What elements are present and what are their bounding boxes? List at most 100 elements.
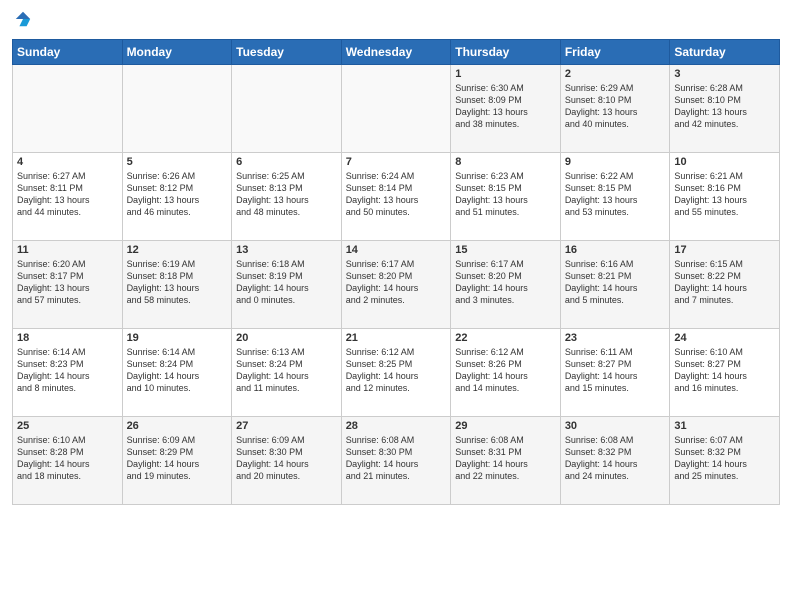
day-number: 10 — [674, 156, 775, 168]
cell-content: Sunrise: 6:09 AM Sunset: 8:29 PM Dayligh… — [127, 434, 228, 483]
calendar-cell: 16Sunrise: 6:16 AM Sunset: 8:21 PM Dayli… — [560, 241, 670, 329]
day-number: 12 — [127, 244, 228, 256]
cell-content: Sunrise: 6:17 AM Sunset: 8:20 PM Dayligh… — [346, 258, 447, 307]
page-header — [12, 10, 780, 33]
day-number: 9 — [565, 156, 666, 168]
day-number: 21 — [346, 332, 447, 344]
logo — [12, 10, 32, 33]
calendar-cell: 18 Sunrise: 6:14 AM Sunset: 8:23 PM Dayli… — [13, 329, 123, 417]
day-number: 5 — [127, 156, 228, 168]
day-number: 1 — [455, 68, 556, 80]
day-header-monday: Monday — [122, 40, 232, 65]
cell-content: Sunrise: 6:25 AM Sunset: 8:13 PM Dayligh… — [236, 170, 337, 219]
cell-content: Sunrise: 6:17 AM Sunset: 8:20 PM Dayligh… — [455, 258, 556, 307]
calendar-cell: 29 Sunrise: 6:08 AM Sunset: 8:31 PM Dayli… — [451, 417, 561, 505]
cell-content: Sunrise: 6:12 AM Sunset: 8:25 PM Dayligh… — [346, 346, 447, 395]
cell-content: Sunrise: 6:09 AM Sunset: 8:30 PM Dayligh… — [236, 434, 337, 483]
day-number: 3 — [674, 68, 775, 80]
calendar-cell: 5Sunrise: 6:26 AM Sunset: 8:12 PM Daylig… — [122, 153, 232, 241]
calendar-cell: 25Sunrise: 6:10 AM Sunset: 8:28 PM Dayli… — [13, 417, 123, 505]
calendar-header-row: SundayMondayTuesdayWednesdayThursdayFrid… — [13, 40, 780, 65]
day-number: 7 — [346, 156, 447, 168]
day-header-friday: Friday — [560, 40, 670, 65]
day-number: 23 — [565, 332, 666, 344]
cell-content: Sunrise: 6:11 AM Sunset: 8:27 PM Dayligh… — [565, 346, 666, 395]
calendar-cell: 10 Sunrise: 6:21 AM Sunset: 8:16 PM Dayli… — [670, 153, 780, 241]
calendar-cell: 9 Sunrise: 6:22 AM Sunset: 8:15 PM Daylig… — [560, 153, 670, 241]
cell-content: Sunrise: 6:20 AM Sunset: 8:17 PM Dayligh… — [17, 258, 118, 307]
calendar-cell: 4 Sunrise: 6:27 AM Sunset: 8:11 PM Daylig… — [13, 153, 123, 241]
day-number: 20 — [236, 332, 337, 344]
calendar-cell: 19 Sunrise: 6:14 AM Sunset: 8:24 PM Dayli… — [122, 329, 232, 417]
day-number: 13 — [236, 244, 337, 256]
day-header-wednesday: Wednesday — [341, 40, 451, 65]
calendar-cell: 2 Sunrise: 6:29 AM Sunset: 8:10 PM Daylig… — [560, 65, 670, 153]
calendar-cell — [13, 65, 123, 153]
page-container: SundayMondayTuesdayWednesdayThursdayFrid… — [0, 0, 792, 612]
logo-icon — [14, 10, 32, 28]
week-row-3: 11 Sunrise: 6:20 AM Sunset: 8:17 PM Dayli… — [13, 241, 780, 329]
calendar-cell: 14 Sunrise: 6:17 AM Sunset: 8:20 PM Dayli… — [341, 241, 451, 329]
cell-content: Sunrise: 6:14 AM Sunset: 8:23 PM Dayligh… — [17, 346, 118, 395]
calendar-cell: 7 Sunrise: 6:24 AM Sunset: 8:14 PM Daylig… — [341, 153, 451, 241]
calendar-cell: 8 Sunrise: 6:23 AM Sunset: 8:15 PM Daylig… — [451, 153, 561, 241]
day-number: 15 — [455, 244, 556, 256]
day-number: 26 — [127, 420, 228, 432]
day-number: 29 — [455, 420, 556, 432]
day-header-saturday: Saturday — [670, 40, 780, 65]
cell-content: Sunrise: 6:10 AM Sunset: 8:28 PM Dayligh… — [17, 434, 118, 483]
day-number: 14 — [346, 244, 447, 256]
day-number: 22 — [455, 332, 556, 344]
calendar-cell — [341, 65, 451, 153]
calendar-cell — [122, 65, 232, 153]
day-number: 2 — [565, 68, 666, 80]
week-row-5: 25Sunrise: 6:10 AM Sunset: 8:28 PM Dayli… — [13, 417, 780, 505]
cell-content: Sunrise: 6:12 AM Sunset: 8:26 PM Dayligh… — [455, 346, 556, 395]
calendar-cell: 22 Sunrise: 6:12 AM Sunset: 8:26 PM Dayli… — [451, 329, 561, 417]
calendar-cell: 15 Sunrise: 6:17 AM Sunset: 8:20 PM Dayli… — [451, 241, 561, 329]
day-number: 6 — [236, 156, 337, 168]
week-row-1: 1 Sunrise: 6:30 AM Sunset: 8:09 PM Daylig… — [13, 65, 780, 153]
day-header-thursday: Thursday — [451, 40, 561, 65]
calendar-cell: 12Sunrise: 6:19 AM Sunset: 8:18 PM Dayli… — [122, 241, 232, 329]
day-number: 17 — [674, 244, 775, 256]
cell-content: Sunrise: 6:22 AM Sunset: 8:15 PM Dayligh… — [565, 170, 666, 219]
day-number: 8 — [455, 156, 556, 168]
cell-content: Sunrise: 6:15 AM Sunset: 8:22 PM Dayligh… — [674, 258, 775, 307]
calendar-cell: 11 Sunrise: 6:20 AM Sunset: 8:17 PM Dayli… — [13, 241, 123, 329]
cell-content: Sunrise: 6:30 AM Sunset: 8:09 PM Dayligh… — [455, 82, 556, 131]
cell-content: Sunrise: 6:14 AM Sunset: 8:24 PM Dayligh… — [127, 346, 228, 395]
calendar-table: SundayMondayTuesdayWednesdayThursdayFrid… — [12, 39, 780, 505]
week-row-4: 18 Sunrise: 6:14 AM Sunset: 8:23 PM Dayli… — [13, 329, 780, 417]
calendar-cell: 1 Sunrise: 6:30 AM Sunset: 8:09 PM Daylig… — [451, 65, 561, 153]
cell-content: Sunrise: 6:27 AM Sunset: 8:11 PM Dayligh… — [17, 170, 118, 219]
day-number: 27 — [236, 420, 337, 432]
cell-content: Sunrise: 6:08 AM Sunset: 8:30 PM Dayligh… — [346, 434, 447, 483]
cell-content: Sunrise: 6:13 AM Sunset: 8:24 PM Dayligh… — [236, 346, 337, 395]
calendar-cell: 28 Sunrise: 6:08 AM Sunset: 8:30 PM Dayli… — [341, 417, 451, 505]
day-number: 4 — [17, 156, 118, 168]
day-header-tuesday: Tuesday — [232, 40, 342, 65]
calendar-cell — [232, 65, 342, 153]
day-number: 24 — [674, 332, 775, 344]
calendar-cell: 30Sunrise: 6:08 AM Sunset: 8:32 PM Dayli… — [560, 417, 670, 505]
cell-content: Sunrise: 6:29 AM Sunset: 8:10 PM Dayligh… — [565, 82, 666, 131]
calendar-cell: 13Sunrise: 6:18 AM Sunset: 8:19 PM Dayli… — [232, 241, 342, 329]
cell-content: Sunrise: 6:24 AM Sunset: 8:14 PM Dayligh… — [346, 170, 447, 219]
calendar-cell: 26 Sunrise: 6:09 AM Sunset: 8:29 PM Dayli… — [122, 417, 232, 505]
calendar-cell: 27 Sunrise: 6:09 AM Sunset: 8:30 PM Dayli… — [232, 417, 342, 505]
cell-content: Sunrise: 6:21 AM Sunset: 8:16 PM Dayligh… — [674, 170, 775, 219]
calendar-cell: 6 Sunrise: 6:25 AM Sunset: 8:13 PM Daylig… — [232, 153, 342, 241]
day-number: 11 — [17, 244, 118, 256]
day-number: 18 — [17, 332, 118, 344]
calendar-cell: 3Sunrise: 6:28 AM Sunset: 8:10 PM Daylig… — [670, 65, 780, 153]
calendar-cell: 23 Sunrise: 6:11 AM Sunset: 8:27 PM Dayli… — [560, 329, 670, 417]
day-number: 19 — [127, 332, 228, 344]
cell-content: Sunrise: 6:16 AM Sunset: 8:21 PM Dayligh… — [565, 258, 666, 307]
cell-content: Sunrise: 6:08 AM Sunset: 8:31 PM Dayligh… — [455, 434, 556, 483]
calendar-cell: 24Sunrise: 6:10 AM Sunset: 8:27 PM Dayli… — [670, 329, 780, 417]
day-number: 28 — [346, 420, 447, 432]
cell-content: Sunrise: 6:23 AM Sunset: 8:15 PM Dayligh… — [455, 170, 556, 219]
day-header-sunday: Sunday — [13, 40, 123, 65]
cell-content: Sunrise: 6:07 AM Sunset: 8:32 PM Dayligh… — [674, 434, 775, 483]
